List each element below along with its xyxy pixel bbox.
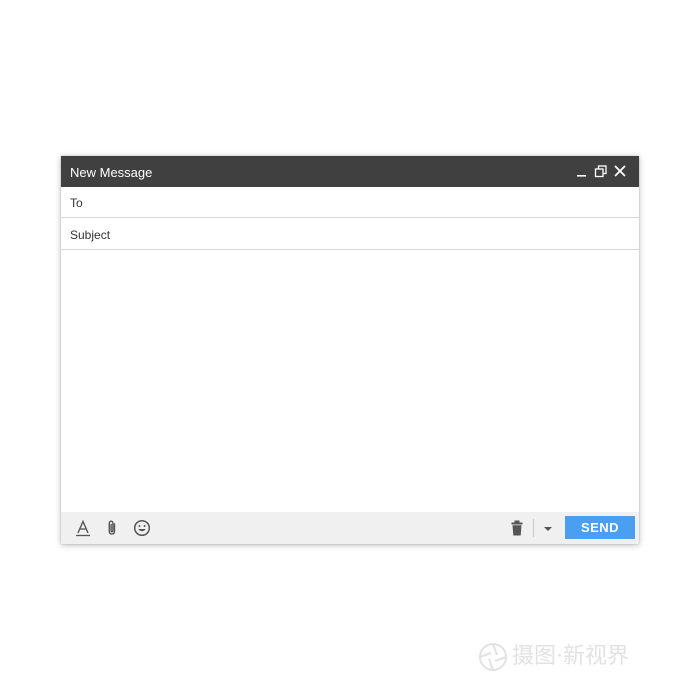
subject-input[interactable] <box>121 224 635 246</box>
emoji-icon[interactable] <box>133 519 151 537</box>
compose-title: New Message <box>70 165 153 180</box>
compose-titlebar: New Message <box>61 156 639 187</box>
watermark: 摄图·新视界 <box>478 640 629 674</box>
attachment-icon[interactable] <box>103 519 121 537</box>
trash-icon[interactable] <box>508 519 526 537</box>
text-format-icon[interactable] <box>74 519 92 537</box>
compose-toolbar: SEND <box>61 512 639 544</box>
restore-icon[interactable] <box>594 164 608 178</box>
send-button[interactable]: SEND <box>565 516 635 539</box>
message-body-input[interactable] <box>61 251 639 511</box>
toolbar-divider <box>533 519 534 537</box>
to-label: To <box>70 196 83 210</box>
close-icon[interactable] <box>613 164 627 178</box>
subject-label: Subject <box>70 228 111 242</box>
watermark-text: 摄图·新视界 <box>512 644 629 669</box>
to-field: To <box>61 187 639 218</box>
to-input[interactable] <box>121 192 635 214</box>
subject-field: Subject <box>61 219 639 250</box>
camera-shutter-icon <box>478 642 508 672</box>
compose-window: New Message To Subject SEND <box>61 156 639 544</box>
caret-down-icon[interactable] <box>539 519 557 537</box>
minimize-icon[interactable] <box>575 164 589 178</box>
